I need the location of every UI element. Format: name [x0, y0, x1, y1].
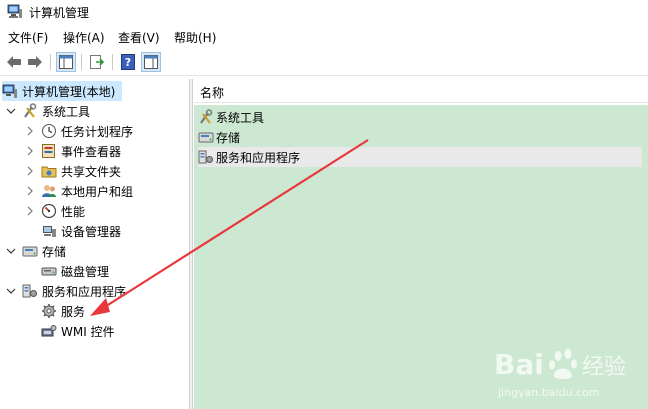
computer-management-icon [7, 4, 22, 18]
window-title: 计算机管理 [29, 6, 90, 20]
baidu-jingyan-watermark: Bai 经验 jingyan.baidu.com [494, 348, 626, 399]
menu-view[interactable]: 查看(V) [118, 29, 160, 46]
computer-management-icon [2, 84, 17, 98]
show-action-pane-button[interactable] [141, 52, 161, 72]
tree-root-label: 计算机管理(本地) [22, 84, 116, 99]
tree-item-storage[interactable]: 存储 [6, 241, 66, 261]
chevron-down-icon[interactable] [6, 106, 16, 116]
chevron-right-icon[interactable] [25, 186, 35, 196]
tools-icon [200, 109, 213, 124]
services-apps-icon [22, 284, 37, 298]
tree-item-local-users-groups[interactable]: 本地用户和组 [25, 181, 133, 201]
console-tree-icon [59, 55, 73, 69]
column-header-name[interactable]: 名称 [194, 79, 648, 103]
tree-item-system-tools[interactable]: 系统工具 [6, 101, 90, 121]
tree-item-event-viewer[interactable]: 事件查看器 [25, 141, 121, 161]
tree-item-disk-management[interactable]: 磁盘管理 [41, 261, 109, 281]
tree-item-device-manager[interactable]: 设备管理器 [41, 221, 121, 241]
console-tree: 计算机管理(本地) 系统工具 任务计划程序 事件查看器 共享文件夹 本地用户和组… [0, 79, 190, 409]
export-icon [90, 55, 104, 69]
tree-item-wmi-control[interactable]: WMI 控件 [41, 321, 115, 341]
show-hide-tree-button[interactable] [56, 52, 76, 72]
svg-text:经验: 经验 [582, 355, 626, 380]
chevron-right-icon[interactable] [25, 146, 35, 156]
svg-text:jingyan.baidu.com: jingyan.baidu.com [497, 386, 600, 399]
event-viewer-icon [42, 144, 55, 158]
tools-icon [24, 103, 37, 118]
arrow-right-icon [28, 56, 42, 68]
list-item-storage[interactable]: 存储 [198, 127, 240, 147]
paw-logo [549, 349, 577, 379]
forward-button[interactable] [25, 52, 45, 72]
menu-action[interactable]: 操作(A) [63, 29, 105, 46]
back-button[interactable] [4, 52, 24, 72]
device-manager-icon [43, 226, 56, 237]
svg-text:Bai: Bai [494, 348, 544, 381]
tree-item-performance[interactable]: 性能 [25, 201, 85, 221]
toolbar: ? [0, 49, 648, 76]
tree-item-shared-folders[interactable]: 共享文件夹 [25, 161, 121, 181]
svg-text:?: ? [125, 56, 131, 69]
users-icon [42, 185, 56, 197]
shared-folder-icon [41, 166, 57, 178]
chevron-down-icon[interactable] [6, 246, 16, 256]
help-icon: ? [121, 54, 135, 70]
services-apps-icon [198, 150, 213, 164]
chevron-right-icon[interactable] [25, 126, 35, 136]
storage-icon [198, 132, 214, 143]
help-button[interactable]: ? [118, 52, 138, 72]
chevron-right-icon[interactable] [25, 206, 35, 216]
disk-icon [41, 267, 57, 276]
list-item-system-tools[interactable]: 系统工具 [198, 107, 264, 127]
wmi-icon [41, 325, 57, 337]
tree-item-task-scheduler[interactable]: 任务计划程序 [25, 121, 133, 141]
storage-icon [22, 246, 38, 257]
chevron-right-icon[interactable] [25, 166, 35, 176]
export-list-button[interactable] [87, 52, 107, 72]
clock-icon [42, 124, 56, 138]
arrow-left-icon [7, 56, 21, 68]
menu-bar: 文件(F) 操作(A) 查看(V) 帮助(H) [0, 27, 648, 47]
menu-file[interactable]: 文件(F) [8, 29, 48, 46]
menu-help[interactable]: 帮助(H) [174, 29, 216, 46]
performance-icon [41, 203, 57, 219]
tree-item-services-applications[interactable]: 服务和应用程序 [6, 281, 126, 301]
gear-icon [42, 304, 56, 318]
title-bar: 计算机管理 [0, 0, 648, 24]
chevron-down-icon[interactable] [6, 286, 16, 296]
tree-root-computer-management[interactable]: 计算机管理(本地) [2, 81, 122, 101]
action-pane-icon [144, 55, 158, 69]
list-item-services-applications[interactable]: 服务和应用程序 [198, 147, 642, 167]
pane-splitter[interactable] [190, 79, 193, 409]
tree-item-services[interactable]: 服务 [41, 301, 85, 321]
